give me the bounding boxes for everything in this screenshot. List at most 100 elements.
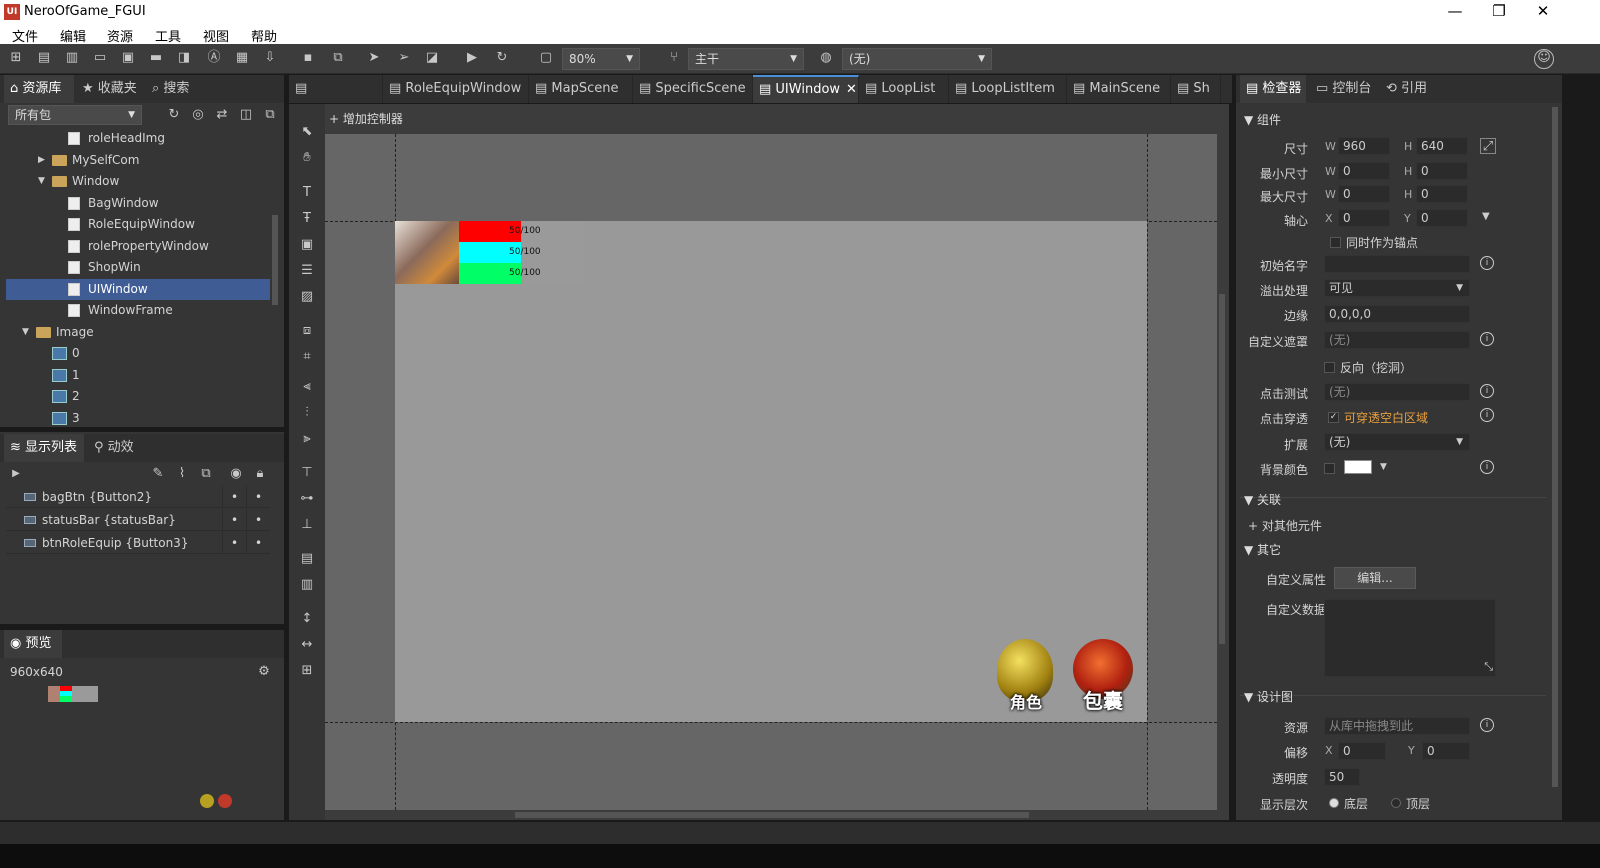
tab-preview[interactable]: ◉ 预览 [4, 630, 62, 658]
tree-item[interactable]: 0 [6, 343, 270, 364]
editor-tab[interactable]: ▤ RoleEquipWindow [383, 75, 529, 103]
align-left-icon[interactable]: ⫷ [298, 378, 316, 396]
distribute-v-icon[interactable]: ▥ [298, 576, 316, 594]
editor-tab[interactable]: ▤ MainScene [1067, 75, 1171, 103]
fullscreen-icon[interactable]: ⤢ [1480, 138, 1496, 154]
margin-input[interactable]: 0,0,0,0 [1324, 305, 1470, 323]
section-design[interactable]: ▼ 设计图 [1244, 688, 1293, 705]
maximize-button[interactable]: ❐ [1476, 0, 1522, 24]
role-equip-button[interactable]: 角色 [989, 631, 1061, 713]
align-right-icon[interactable]: ⫸ [298, 430, 316, 448]
menu-tools[interactable]: 工具 [155, 26, 181, 45]
tree-item[interactable]: ▼ Image [6, 322, 270, 343]
hand-tool-icon[interactable]: ✋︎ [298, 149, 316, 167]
stage-vscroll[interactable] [1219, 294, 1225, 644]
new-package-icon[interactable]: ⊞ [8, 50, 24, 66]
editor-tab[interactable]: ▤ SpecificScene [633, 75, 753, 103]
tab-console[interactable]: ▭ 控制台 [1310, 75, 1376, 103]
tab-transitions[interactable]: ⚲ 动效 [88, 434, 144, 462]
visible-toggle[interactable]: • [222, 509, 246, 531]
visible-toggle[interactable]: • [222, 486, 246, 508]
image-tool-icon[interactable]: ▣ [298, 236, 316, 254]
close-button[interactable]: ✕ [1520, 0, 1566, 24]
editor-tab[interactable]: ▤ BagWindow [289, 75, 383, 124]
new-font-icon[interactable]: ▥ [64, 50, 80, 66]
offset-y-input[interactable]: 0 [1422, 742, 1470, 760]
offset-x-input[interactable]: 0 [1338, 742, 1386, 760]
bg-color-swatch[interactable] [1344, 460, 1372, 474]
custom-data-textarea[interactable]: ⤡ [1324, 599, 1496, 677]
menu-edit[interactable]: 编辑 [60, 26, 86, 45]
same-width-icon[interactable]: ↔ [298, 636, 316, 654]
editor-tab[interactable]: ▤ Sh [1171, 75, 1221, 103]
section-other[interactable]: ▼ 其它 [1244, 541, 1281, 558]
max-height-input[interactable]: 0 [1416, 185, 1468, 203]
new-button-icon[interactable]: ▭ [92, 50, 108, 66]
new-label-icon[interactable]: Ⓐ [206, 50, 222, 66]
tree-item[interactable]: 3 [6, 408, 270, 427]
menu-help[interactable]: 帮助 [251, 26, 277, 45]
bag-button[interactable]: 包囊 [1067, 631, 1139, 713]
edit-icon[interactable]: ✎ [150, 466, 166, 482]
reverse-mask-checkbox[interactable] [1324, 362, 1335, 373]
save-icon[interactable]: ▪ [300, 50, 316, 66]
init-name-input[interactable] [1324, 255, 1470, 273]
passthrough-checkbox[interactable]: ✓ [1328, 412, 1339, 423]
color-dropdown-icon[interactable]: ▼ [1380, 462, 1387, 472]
editor-tab[interactable]: ▤ UIWindow ✕ [753, 75, 859, 103]
display-list-row[interactable]: statusBar {statusBar} • • [6, 509, 270, 531]
publish-icon[interactable]: ➤ [366, 50, 382, 66]
tab-display-list[interactable]: ≋ 显示列表 [4, 434, 84, 462]
text-tool-icon[interactable]: T [298, 184, 316, 202]
language-select[interactable]: (无) ▼ [842, 48, 992, 70]
settings-gear-icon[interactable]: ⚙ [256, 664, 272, 680]
new-window-icon[interactable]: ▦ [234, 50, 250, 66]
expand-edit-icon[interactable]: ⤡ [1484, 660, 1493, 674]
pivot-y-input[interactable]: 0 [1416, 209, 1468, 227]
publish-settings-icon[interactable]: ◪ [424, 50, 440, 66]
align-center-icon[interactable]: ⫶ [298, 404, 316, 422]
tab-library[interactable]: ⌂ 资源库 [4, 75, 74, 103]
display-list-row[interactable]: bagBtn {Button2} • • [6, 486, 270, 508]
add-controller-button[interactable]: + 增加控制器 [329, 108, 449, 130]
min-width-input[interactable]: 0 [1338, 162, 1390, 180]
tab-inspector[interactable]: ▤ 检查器 [1240, 75, 1306, 103]
align-bottom-icon[interactable]: ⊥ [298, 516, 316, 534]
close-tab-icon[interactable]: ✕ [846, 82, 857, 97]
alpha-input[interactable]: 50 [1324, 768, 1360, 786]
editor-tab[interactable]: ▤ LoopListItem [949, 75, 1067, 103]
pivot-x-input[interactable]: 0 [1338, 209, 1390, 227]
mask-input[interactable]: (无) [1324, 331, 1470, 349]
extend-select[interactable]: (无) ▼ [1324, 433, 1470, 451]
editor-tab[interactable]: ▤ LoopList [859, 75, 949, 103]
play-icon[interactable]: ▶ [464, 50, 480, 66]
max-width-input[interactable]: 0 [1338, 185, 1390, 203]
duplicate-icon[interactable]: ⧉ [262, 107, 278, 123]
save-all-icon[interactable]: ⧉ [330, 50, 346, 66]
tree-item[interactable]: ShopWin [6, 257, 270, 278]
tree-item[interactable]: UIWindow [6, 278, 270, 300]
min-height-input[interactable]: 0 [1416, 162, 1468, 180]
tree-item[interactable]: ▼ Window [6, 171, 270, 192]
library-scrollbar[interactable] [272, 215, 278, 305]
height-input[interactable]: 640 [1416, 137, 1468, 155]
tab-references[interactable]: ⟲ 引用 [1380, 75, 1436, 103]
tree-item[interactable]: rolePropertyWindow [6, 236, 270, 257]
edit-custom-props-button[interactable]: 编辑... [1334, 567, 1416, 589]
package-filter-select[interactable]: 所有包 ▼ [8, 105, 142, 125]
lock-toggle[interactable]: • [246, 509, 270, 531]
swap-icon[interactable]: ⇄ [214, 107, 230, 123]
expand-icon[interactable]: ▶ [38, 150, 45, 171]
overflow-select[interactable]: 可见 ▼ [1324, 279, 1470, 297]
visible-toggle[interactable]: • [222, 532, 246, 554]
lock-toggle[interactable]: • [246, 486, 270, 508]
editor-tab[interactable]: ▤ MapScene [529, 75, 633, 103]
width-input[interactable]: 960 [1338, 137, 1390, 155]
select-tool-icon[interactable]: ⬉ [298, 123, 316, 141]
locate-icon[interactable]: ◎ [190, 107, 206, 123]
collapse-icon[interactable]: ▼ [22, 322, 29, 343]
tree-item[interactable]: RoleEquipWindow [6, 214, 270, 235]
publish-all-icon[interactable]: ➢ [396, 50, 412, 66]
tree-item[interactable]: 2 [6, 386, 270, 407]
new-progress-icon[interactable]: ▬ [148, 50, 164, 66]
